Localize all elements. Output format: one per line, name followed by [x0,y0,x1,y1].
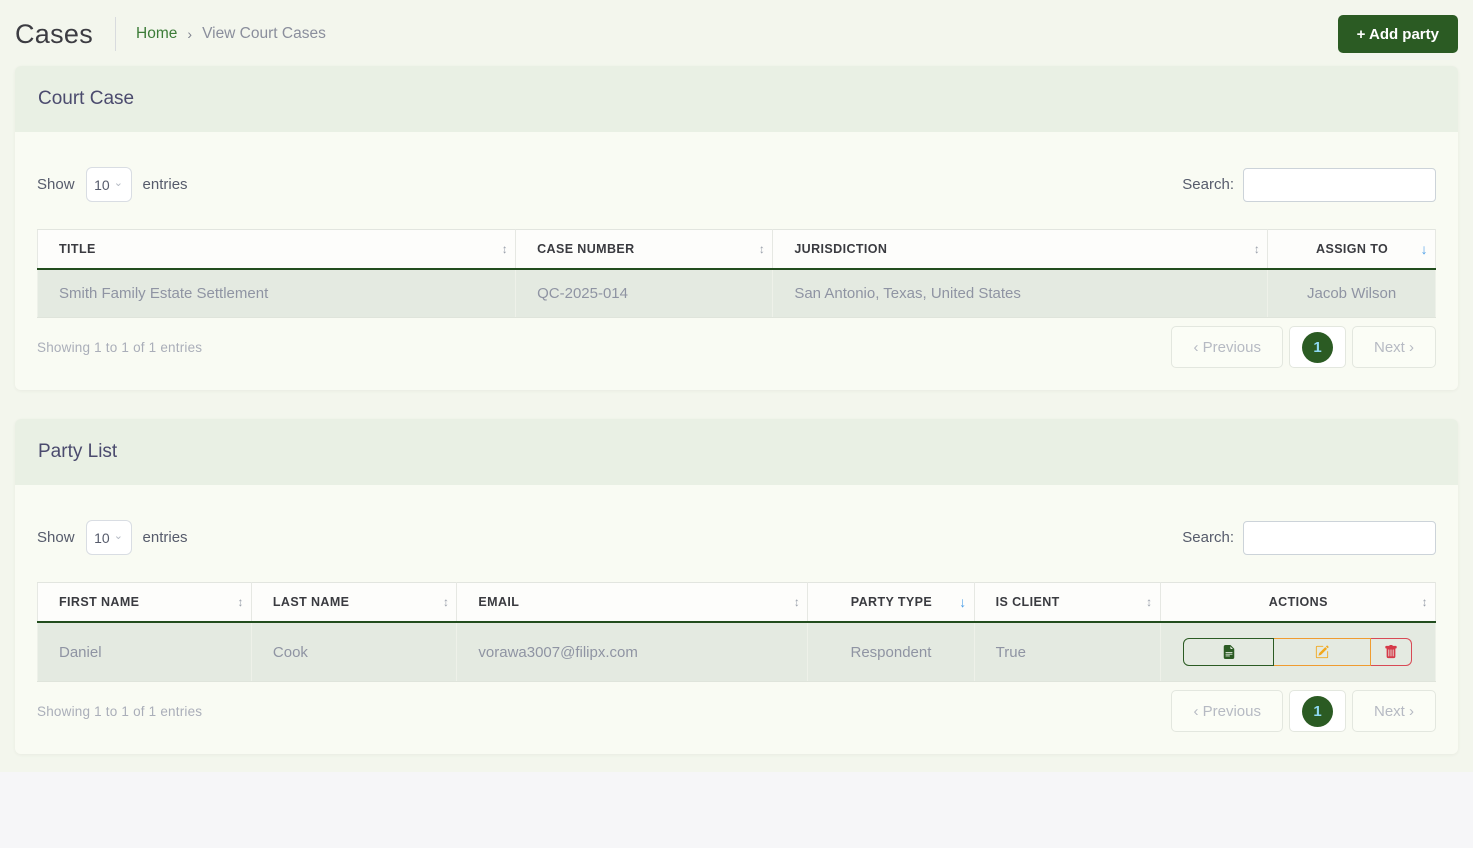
edit-pencil-icon [1315,645,1329,659]
show-label: Show [37,176,75,193]
search-label: Search: [1182,176,1234,193]
page-1-button[interactable]: 1 [1288,690,1346,732]
breadcrumb-separator-icon: › [187,26,193,42]
party-list-show-entries: Show 10 ⌄ entries [37,520,188,555]
sort-icon: ↕ [442,595,450,609]
party-list-panel-body: Show 10 ⌄ entries Search: FIRST NAME ↕ L… [15,485,1458,754]
page-size-value: 10 [94,529,110,546]
sort-icon: ↕ [1421,595,1428,609]
cell-assign-to: Jacob Wilson [1267,269,1436,318]
breadcrumb-current: View Court Cases [202,25,326,42]
sort-icon: ↕ [1253,242,1261,256]
cell-actions [1160,622,1437,682]
sort-icon: ↕ [758,242,766,256]
entries-label: entries [142,529,188,546]
column-header-party-type[interactable]: PARTY TYPE ↓ [807,582,975,623]
next-button[interactable]: Next › [1351,326,1436,368]
party-list-page-size-select[interactable]: 10 ⌄ [85,520,132,555]
top-bar: Cases Home › View Court Cases + Add part… [15,10,1458,58]
page-title: Cases [15,18,94,49]
party-list-panel-header: Party List [15,419,1458,485]
party-list-table: FIRST NAME ↕ LAST NAME ↕ EMAIL ↕ PARTY T… [37,582,1437,682]
document-icon [1222,645,1236,659]
sort-icon: ↕ [237,595,244,609]
court-case-show-entries: Show 10 ⌄ entries [37,167,188,202]
previous-button[interactable]: ‹ Previous [1171,690,1283,732]
court-case-table-footer: Showing 1 to 1 of 1 entries ‹ Previous 1… [37,326,1436,368]
column-header-case-number[interactable]: CASE NUMBER ↕ [515,229,774,270]
title-divider [115,17,117,51]
sort-icon: ↕ [793,595,801,609]
column-header-email[interactable]: EMAIL ↕ [456,582,809,623]
cell-title: Smith Family Estate Settlement [36,269,517,318]
column-header-title[interactable]: TITLE ↕ [36,229,517,270]
edit-party-button[interactable] [1274,638,1372,666]
court-case-panel: Court Case Show 10 ⌄ entries Search: TIT… [15,66,1458,390]
view-document-button[interactable] [1183,638,1275,666]
cell-case-number: QC-2025-014 [515,269,774,318]
court-case-title: Court Case [38,88,135,109]
cell-jurisdiction: San Antonio, Texas, United States [772,269,1269,318]
current-page-badge: 1 [1301,695,1333,727]
breadcrumb-home-link[interactable]: Home [136,25,177,43]
party-list-pagination: ‹ Previous 1 Next › [1171,690,1436,732]
add-party-button[interactable]: + Add party [1337,15,1458,53]
chevron-down-icon: ⌄ [113,176,123,189]
party-list-panel: Party List Show 10 ⌄ entries Search: FIR… [15,419,1458,754]
column-header-is-client[interactable]: IS CLIENT ↕ [974,582,1161,623]
court-case-table: TITLE ↕ CASE NUMBER ↕ JURISDICTION ↕ ASS… [36,229,1436,318]
court-case-search: Search: [1182,167,1436,202]
cell-party-type: Respondent [807,622,975,682]
party-list-search-input[interactable] [1243,520,1436,555]
page-container: Cases Home › View Court Cases + Add part… [0,0,1473,772]
column-header-first-name[interactable]: FIRST NAME ↕ [37,582,252,623]
court-case-page-size-select[interactable]: 10 ⌄ [85,167,132,202]
trash-icon [1384,645,1398,659]
cell-email: vorawa3007@filipx.com [456,622,809,682]
entries-label: entries [142,176,188,193]
court-case-panel-header: Court Case [15,66,1458,132]
breadcrumb: Home › View Court Cases [136,25,326,43]
column-header-assign-to[interactable]: ASSIGN TO ↓ [1267,229,1436,270]
show-label: Show [37,529,75,546]
court-case-pagination: ‹ Previous 1 Next › [1171,326,1436,368]
court-case-search-input[interactable] [1243,167,1436,202]
chevron-down-icon: ⌄ [113,529,123,542]
party-list-controls: Show 10 ⌄ entries Search: [37,520,1436,555]
page-size-value: 10 [94,176,110,193]
party-list-table-footer: Showing 1 to 1 of 1 entries ‹ Previous 1… [37,690,1436,732]
party-list-header-row: FIRST NAME ↕ LAST NAME ↕ EMAIL ↕ PARTY T… [37,582,1437,623]
sort-desc-icon: ↓ [959,594,967,610]
party-row: Daniel Cook vorawa3007@filipx.com Respon… [37,622,1437,682]
party-list-title: Party List [38,441,118,462]
delete-party-button[interactable] [1371,638,1413,666]
column-header-last-name[interactable]: LAST NAME ↕ [251,582,458,623]
cell-is-client: True [974,622,1161,682]
party-list-search: Search: [1182,520,1436,555]
court-case-panel-body: Show 10 ⌄ entries Search: TITLE ↕ CASE N… [15,132,1458,390]
row-action-group [1183,638,1413,666]
page-1-button[interactable]: 1 [1288,326,1346,368]
party-list-summary: Showing 1 to 1 of 1 entries [37,703,203,719]
previous-button[interactable]: ‹ Previous [1171,326,1283,368]
court-case-summary: Showing 1 to 1 of 1 entries [37,339,203,355]
column-header-actions[interactable]: ACTIONS ↕ [1160,582,1437,623]
next-button[interactable]: Next › [1351,690,1436,732]
sort-icon: ↕ [501,242,509,256]
sort-desc-icon: ↓ [1420,241,1428,257]
column-header-jurisdiction[interactable]: JURISDICTION ↕ [772,229,1269,270]
court-case-controls: Show 10 ⌄ entries Search: [37,167,1436,202]
sort-icon: ↕ [1146,595,1153,609]
current-page-badge: 1 [1301,331,1333,363]
court-case-row: Smith Family Estate Settlement QC-2025-0… [36,269,1436,318]
cell-last-name: Cook [251,622,458,682]
court-case-header-row: TITLE ↕ CASE NUMBER ↕ JURISDICTION ↕ ASS… [36,229,1436,270]
cell-first-name: Daniel [37,622,252,682]
search-label: Search: [1182,529,1234,546]
